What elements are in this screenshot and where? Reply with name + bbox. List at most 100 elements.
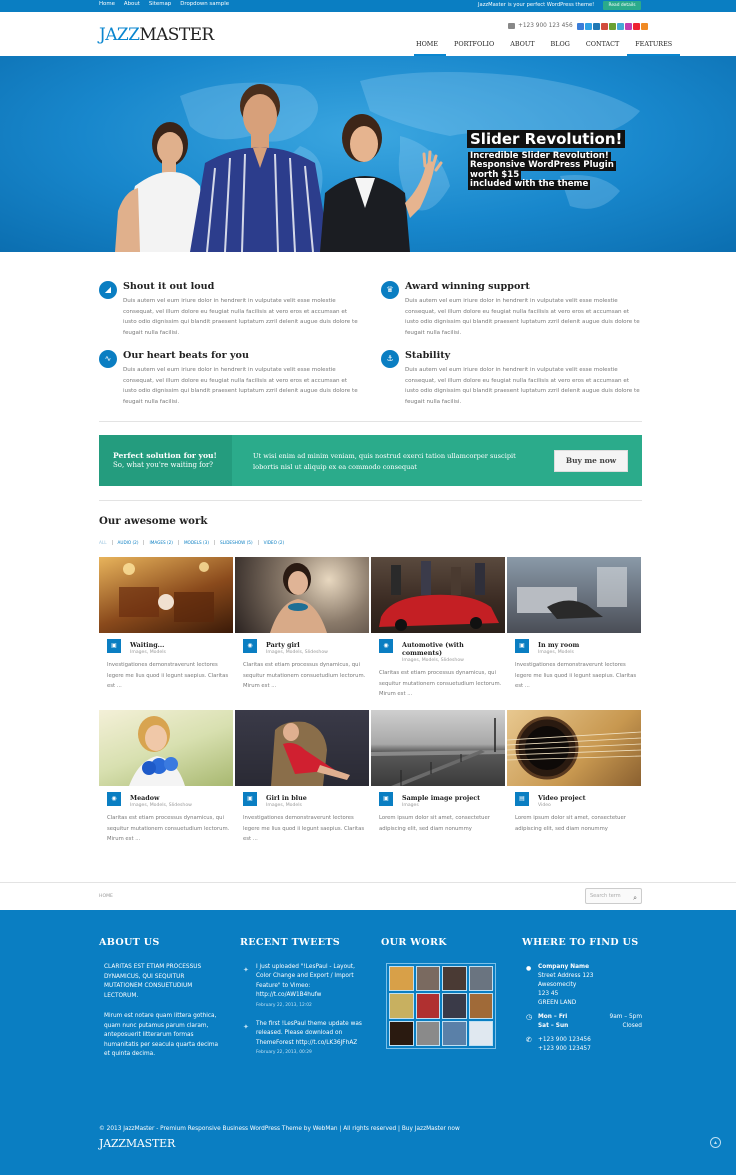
gallery-thumb[interactable] <box>468 993 493 1019</box>
trophy-icon: ♛ <box>381 281 399 299</box>
buy-me-now-button[interactable]: Buy me now <box>554 450 628 472</box>
logo-part-master: MASTER <box>139 25 214 45</box>
clock-icon: ◷ <box>526 1013 533 1021</box>
model-man <box>190 84 330 252</box>
portfolio-thumbnail[interactable] <box>507 710 641 786</box>
nav-portfolio[interactable]: PORTFOLIO <box>446 40 502 56</box>
portfolio-thumbnail[interactable] <box>235 557 369 633</box>
portfolio-thumbnail[interactable] <box>99 710 233 786</box>
cta-subheading: So, what you're waiting for? <box>113 461 214 469</box>
tweet-text[interactable]: I just uploaded "!LesPaul - Layout, Colo… <box>256 963 368 1001</box>
vimeo-icon[interactable] <box>617 23 624 30</box>
address-line: Awesomecity <box>538 982 577 988</box>
portfolio-thumbnail[interactable] <box>507 557 641 633</box>
gallery-thumb[interactable] <box>389 966 414 992</box>
tweet-text[interactable]: The first !LesPaul theme update was rele… <box>256 1020 368 1048</box>
flickr-icon[interactable] <box>625 23 632 30</box>
gallery-thumb[interactable] <box>389 1020 414 1046</box>
portfolio-thumbnail[interactable] <box>371 710 505 786</box>
phone-icon <box>508 23 515 29</box>
image-icon: ▣ <box>107 639 121 653</box>
gallery-thumb[interactable] <box>468 966 493 992</box>
search-icon[interactable]: ⌕ <box>633 891 637 905</box>
portfolio-title: Our awesome work <box>99 515 208 527</box>
rss-icon[interactable] <box>641 23 648 30</box>
twitter-icon[interactable] <box>585 23 592 30</box>
google-plus-icon[interactable] <box>601 23 608 30</box>
hours-days: Mon – Fri <box>538 1014 568 1020</box>
gallery-thumb[interactable] <box>389 993 414 1019</box>
feature-text: Duis autem vel eum iriure dolor in hendr… <box>123 367 358 406</box>
gallery-thumb[interactable] <box>442 966 467 992</box>
gallery-thumb[interactable] <box>442 993 467 1019</box>
nav-blog[interactable]: BLOG <box>543 40 578 56</box>
portfolio-item-title[interactable]: Sample image project <box>402 794 502 802</box>
nav-features[interactable]: FEATURES <box>627 40 681 56</box>
portfolio-item-title[interactable]: In my room <box>538 641 638 649</box>
portfolio-thumbnail[interactable] <box>371 557 505 633</box>
filter-models[interactable]: MODELS (3) <box>179 540 215 545</box>
portfolio-item-title[interactable]: Waiting... <box>130 641 230 649</box>
gallery-thumb[interactable] <box>415 966 440 992</box>
footer-about-title: ABOUT US <box>99 937 160 948</box>
filter-audio[interactable]: AUDIO (2) <box>113 540 145 545</box>
breadcrumb[interactable]: HOME <box>99 894 113 899</box>
gallery-thumb[interactable] <box>415 1020 440 1046</box>
top-link-sitemap[interactable]: Sitemap <box>149 1 171 7</box>
footer-logo[interactable]: JAZZMASTER <box>99 1137 175 1150</box>
top-link-home[interactable]: Home <box>99 1 115 7</box>
linkedin-icon[interactable] <box>593 23 600 30</box>
hero-slider[interactable]: Slider Revolution! Incredible Slider Rev… <box>0 56 736 252</box>
search-input[interactable]: Search term ⌕ <box>585 888 642 904</box>
megaphone-icon: ◢ <box>99 281 117 299</box>
portfolio-item-categories: Video <box>538 803 551 808</box>
slider-title: Slider Revolution! <box>467 130 626 148</box>
filter-all[interactable]: ALL <box>99 540 113 545</box>
portfolio-thumbnail[interactable] <box>99 557 233 633</box>
portfolio-item-title[interactable]: Video project <box>538 794 638 802</box>
filter-video[interactable]: VIDEO (2) <box>259 540 290 545</box>
filter-images[interactable]: IMAGES (2) <box>144 540 179 545</box>
top-link-dropdown[interactable]: Dropdown sample <box>180 1 229 7</box>
footer-work-gallery <box>386 963 496 1049</box>
phone-number: +123 900 123 456 <box>518 23 573 29</box>
top-link-about[interactable]: About <box>124 1 140 7</box>
portfolio-thumbnail[interactable] <box>235 710 369 786</box>
heartbeat-icon: ∿ <box>99 350 117 368</box>
portfolio-item-desc: Lorem ipsum dolor sit amet, consectetuer… <box>379 815 490 832</box>
top-promo-text: JazzMaster is your perfect WordPress the… <box>478 2 595 8</box>
tweet: I just uploaded "!LesPaul - Layout, Colo… <box>256 963 368 1010</box>
portfolio-item-title[interactable]: Party girl <box>266 641 366 649</box>
nav-contact[interactable]: CONTACT <box>578 40 627 56</box>
portfolio-item-categories: Images, Models, Slideshow <box>130 803 192 808</box>
phone-icon: ✆ <box>526 1036 532 1044</box>
twitter-bird-icon: ✦ <box>243 1023 249 1031</box>
nav-home[interactable]: HOME <box>414 40 447 56</box>
portfolio-item-desc: Lorem ipsum dolor sit amet, consectetuer… <box>515 815 626 832</box>
portfolio-item-title[interactable]: Girl in blue <box>266 794 366 802</box>
read-details-button[interactable]: Read details <box>603 1 641 10</box>
back-to-top-icon[interactable]: ▴ <box>710 1137 721 1148</box>
portfolio-item-title[interactable]: Meadow <box>130 794 230 802</box>
portfolio-item-desc: Claritas est etiam processus dynamicus, … <box>107 815 230 843</box>
gallery-thumb[interactable] <box>442 1020 467 1046</box>
phone-number: +123 900 123457 <box>538 1046 591 1052</box>
gallery-thumb[interactable] <box>415 993 440 1019</box>
footer-hours: ◷ Mon – Fri 9am – 5pm Sat – Sun Closed <box>526 1013 642 1031</box>
feature-title: Shout it out loud <box>123 281 215 292</box>
facebook-icon[interactable] <box>577 23 584 30</box>
site-logo[interactable]: JAZZMASTER <box>99 25 214 45</box>
filter-slideshow[interactable]: SLIDESHOW (5) <box>215 540 259 545</box>
image-icon: ▣ <box>515 639 529 653</box>
hours-time: Closed <box>622 1023 642 1029</box>
portfolio-item-desc: Investigationes demonstraverunt lectores… <box>515 662 637 690</box>
gallery-thumb[interactable] <box>468 1020 493 1046</box>
deviantart-icon[interactable] <box>609 23 616 30</box>
nav-about[interactable]: ABOUT <box>502 40 542 56</box>
youtube-icon[interactable] <box>633 23 640 30</box>
portfolio-item-title[interactable]: Automotive (with comments) <box>402 641 502 657</box>
logo-part-jazz: JAZZ <box>99 25 140 45</box>
portfolio-item-categories: Images <box>402 803 419 808</box>
portfolio-item-categories: Images, Models <box>538 650 574 655</box>
footer-address: ● Company Name Street Address 123 Awesom… <box>526 963 646 1008</box>
